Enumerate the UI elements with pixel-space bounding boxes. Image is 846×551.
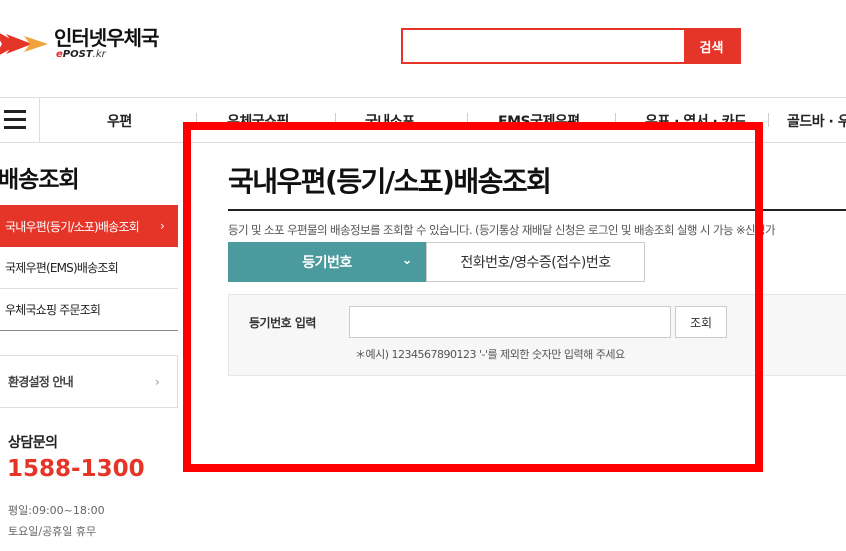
sidebar-item-label: 국제우편(EMS)배송조회 [5, 261, 119, 275]
hours-weekday: 평일:09:00~18:00 [8, 504, 105, 517]
sidebar-item-label: 우체국쇼핑 주문조회 [5, 303, 101, 317]
env-settings-link[interactable]: 환경설정 안내 › [0, 355, 178, 408]
main-nav: 우편 우체국쇼핑 국내소포 EMS국제우편 우표 · 엽서 · 카드 골드바 ·… [0, 97, 846, 143]
search-button[interactable]: 검색 [684, 30, 739, 62]
sidebar-item-domestic-tracking[interactable]: 국내우편(등기/소포)배송조회 › [0, 205, 178, 247]
tracking-form: 등기번호 입력 조회 ＊예시) 1234567890123 '-'를 제외한 숫… [228, 294, 846, 376]
nav-item-stamps[interactable]: 우표 · 엽서 · 카드 [645, 111, 747, 131]
hours-weekend: 토요일/공휴일 휴무 [8, 525, 97, 538]
nav-item-mail[interactable]: 우편 [107, 111, 132, 131]
search-bar: 검색 [401, 28, 741, 64]
sidebar-menu: 국내우편(등기/소포)배송조회 › 국제우편(EMS)배송조회 우체국쇼핑 주문… [0, 205, 178, 331]
sidebar-item-shopping-order[interactable]: 우체국쇼핑 주문조회 [0, 289, 178, 331]
menu-icon[interactable] [0, 98, 40, 142]
input-hint: ＊예시) 1234567890123 '-'를 제외한 숫자만 입력해 주세요 [355, 348, 625, 361]
tracking-number-input[interactable] [349, 306, 671, 338]
logo-subtitle: ePOST.kr [56, 49, 106, 60]
search-input[interactable] [403, 30, 684, 62]
tab-phone-receipt[interactable]: 전화번호/영수증(접수)번호 [426, 242, 645, 282]
consult-hours: 평일:09:00~18:00 토요일/공휴일 휴무 [8, 500, 105, 542]
tab-registered-number[interactable]: 등기번호 ⌄ [228, 242, 426, 282]
chevron-right-icon: › [155, 374, 160, 389]
logo-title: 인터넷우체국 [54, 26, 159, 50]
page-description: 등기 및 소포 우편물의 배송정보를 조회할 수 있습니다. (등기통상 재배달… [228, 223, 776, 237]
sidebar-item-label: 국내우편(등기/소포)배송조회 [5, 219, 140, 234]
nav-item-shopping[interactable]: 우체국쇼핑 [227, 111, 289, 131]
env-settings-label: 환경설정 안내 [8, 375, 74, 389]
chevron-right-icon: › [160, 219, 165, 233]
tab-label: 전화번호/영수증(접수)번호 [460, 255, 611, 271]
chevron-down-icon: ⌄ [401, 253, 413, 268]
tracking-number-label: 등기번호 입력 [249, 316, 316, 330]
title-divider [228, 209, 846, 211]
epost-logo-icon [0, 33, 48, 55]
page-title: 국내우편(등기/소포)배송조회 [228, 165, 552, 198]
consult-phone: 1588-1300 [7, 456, 145, 482]
sidebar-item-ems-tracking[interactable]: 국제우편(EMS)배송조회 [0, 247, 178, 289]
lookup-button[interactable]: 조회 [675, 306, 727, 338]
nav-item-goldbar[interactable]: 골드바 · 우 [787, 111, 846, 131]
nav-item-domestic-parcel[interactable]: 국내소포 [365, 111, 415, 131]
sidebar-title: 배송조회 [0, 167, 80, 193]
tab-label: 등기번호 [302, 255, 352, 271]
epost-logo[interactable]: 인터넷우체국 ePOST.kr [0, 26, 159, 62]
consult-title: 상담문의 [8, 435, 58, 451]
nav-item-ems[interactable]: EMS국제우편 [498, 111, 580, 131]
